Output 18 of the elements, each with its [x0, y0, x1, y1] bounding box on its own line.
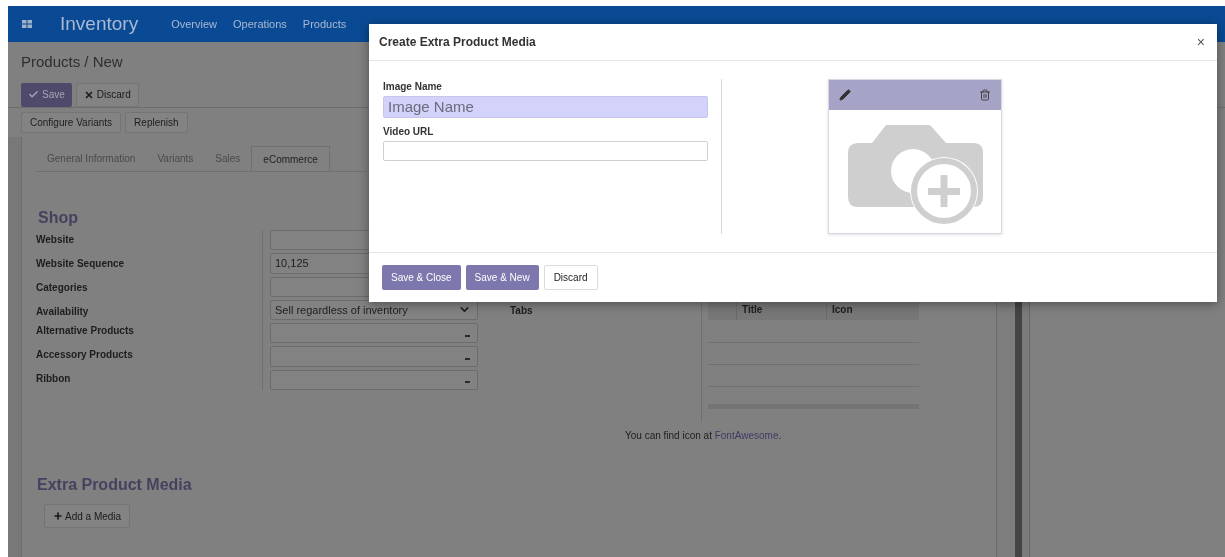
section-title: Extra Product Media: [37, 475, 193, 495]
dialog-title: Create Extra Product Media: [379, 34, 536, 51]
column-header: Title: [742, 302, 763, 317]
app-name: Inventory: [60, 11, 139, 36]
field-label: Tabs: [510, 305, 533, 316]
field-label: Accessory Products: [36, 348, 133, 362]
field-label: Image Name: [383, 80, 443, 94]
field-label: Categories: [36, 281, 88, 295]
field-label: Website Sequence: [36, 257, 125, 271]
field-label: Website: [36, 233, 75, 247]
breadcrumb: Products / New: [21, 52, 124, 72]
field-label: Availability: [36, 305, 89, 319]
field-label: Ribbon: [36, 372, 71, 386]
field-label: Video URL: [383, 125, 435, 139]
hint-text: You can find icon at FontAwesome.: [625, 429, 783, 443]
field-label: Alternative Products: [36, 324, 134, 338]
section-title: Shop: [38, 208, 79, 228]
column-header: Icon: [832, 302, 853, 317]
